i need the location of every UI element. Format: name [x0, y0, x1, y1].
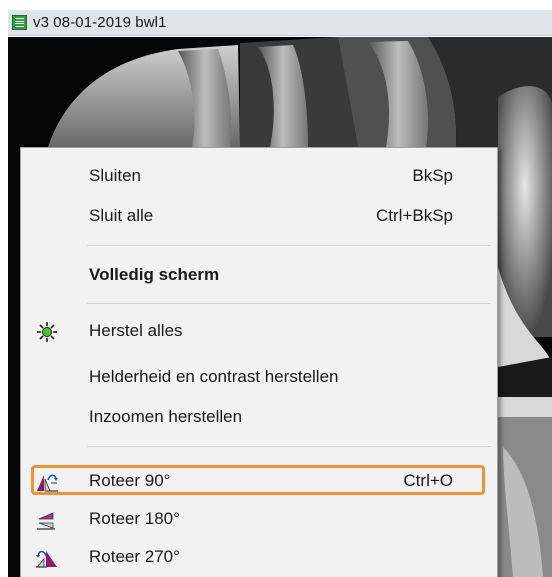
menu-item-rotate-270[interactable]: Roteer 270° [21, 539, 497, 575]
menu-item-label: Sluiten [89, 166, 141, 185]
menu-item-label: Roteer 180° [89, 509, 180, 528]
menu-item-rotate-90[interactable]: Roteer 90° Ctrl+O [21, 463, 497, 499]
menu-item-label: Roteer 270° [89, 547, 180, 566]
menu-item-rotate-180[interactable]: Roteer 180° [21, 501, 497, 537]
menu-item-label: Herstel alles [89, 321, 183, 340]
list-document-icon [12, 15, 27, 30]
title-bar[interactable]: v3 08-01-2019 bwl1 [8, 10, 552, 36]
menu-item-shortcut: Ctrl+O [403, 471, 453, 490]
menu-item-close[interactable]: Sluiten BkSp [21, 158, 497, 194]
menu-item-reset-all[interactable]: Herstel alles [21, 313, 497, 349]
menu-separator [87, 446, 491, 447]
menu-item-label: Roteer 90° [89, 471, 171, 490]
menu-item-label: Inzoomen herstellen [89, 407, 243, 426]
context-menu: Sluiten BkSp Sluit alle Ctrl+BkSp Volled… [20, 147, 498, 577]
rotate-270-icon [35, 547, 59, 569]
green-sun-reset-icon [35, 321, 59, 343]
menu-separator [87, 303, 491, 304]
menu-item-shortcut: BkSp [412, 166, 453, 185]
menu-item-full-screen[interactable]: Volledig scherm [21, 257, 497, 293]
menu-item-reset-brightness-contrast[interactable]: Helderheid en contrast herstellen [21, 359, 497, 395]
menu-item-close-all[interactable]: Sluit alle Ctrl+BkSp [21, 198, 497, 234]
menu-item-label: Helderheid en contrast herstellen [89, 367, 339, 386]
menu-item-reset-zoom[interactable]: Inzoomen herstellen [21, 399, 497, 435]
rotate-90-icon [35, 471, 59, 493]
image-viewer-window: v3 08-01-2019 bwl1 Sluiten BkSp Sluit al… [0, 0, 552, 577]
menu-separator [87, 245, 491, 246]
menu-item-label: Sluit alle [89, 206, 154, 225]
menu-item-shortcut: Ctrl+BkSp [376, 206, 453, 225]
rotate-180-icon [35, 509, 59, 531]
window-title: v3 08-01-2019 bwl1 [33, 14, 167, 31]
menu-item-label: Volledig scherm [89, 265, 220, 284]
